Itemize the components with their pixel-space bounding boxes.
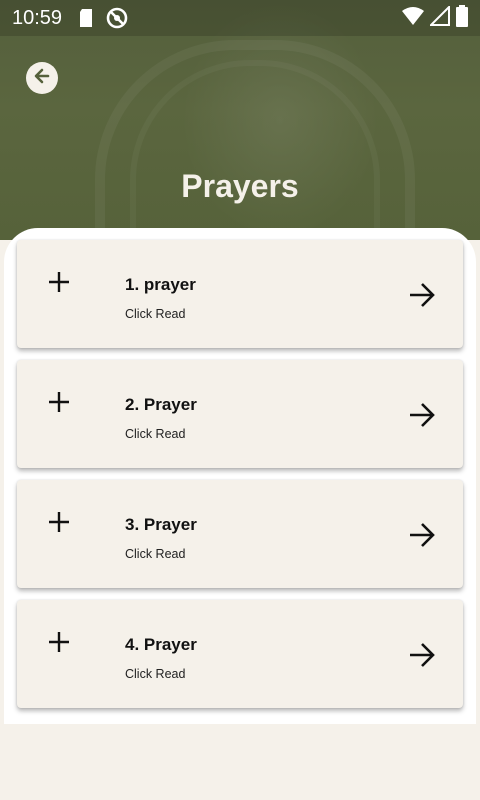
prayer-subtitle: Click Read — [125, 427, 186, 441]
prayer-subtitle: Click Read — [125, 307, 186, 321]
sd-card-icon — [78, 8, 94, 28]
signal-icon — [428, 4, 450, 31]
arrow-left-circle-icon — [31, 65, 53, 92]
arrow-right-icon[interactable] — [407, 520, 437, 550]
prayer-card-2[interactable]: 2. Prayer Click Read — [17, 360, 463, 468]
page-title: Prayers — [181, 168, 299, 204]
plus-icon[interactable] — [47, 390, 71, 414]
status-time: 10:59 — [12, 6, 63, 29]
back-button[interactable] — [26, 62, 58, 94]
bottom-sheet — [0, 724, 480, 800]
prayer-card-1[interactable]: 1. prayer Click Read — [17, 240, 463, 348]
plus-icon[interactable] — [47, 270, 71, 294]
prayer-card-3[interactable]: 3. Prayer Click Read — [17, 480, 463, 588]
no-sync-icon — [106, 7, 128, 29]
prayer-subtitle: Click Read — [125, 547, 186, 561]
arrow-right-icon[interactable] — [407, 400, 437, 430]
prayer-subtitle: Click Read — [125, 667, 186, 681]
status-bar: 10:59 — [0, 0, 480, 36]
prayer-title: 2. Prayer — [125, 395, 197, 414]
battery-icon — [456, 4, 468, 32]
status-right-icons — [402, 4, 468, 32]
arrow-right-icon[interactable] — [407, 280, 437, 310]
prayer-title: 4. Prayer — [125, 635, 197, 654]
arrow-right-icon[interactable] — [407, 640, 437, 670]
prayer-card-4[interactable]: 4. Prayer Click Read — [17, 600, 463, 708]
wifi-icon — [402, 6, 424, 30]
prayer-title: 3. Prayer — [125, 515, 197, 534]
plus-icon[interactable] — [47, 630, 71, 654]
prayer-title: 1. prayer — [125, 275, 196, 294]
plus-icon[interactable] — [47, 510, 71, 534]
